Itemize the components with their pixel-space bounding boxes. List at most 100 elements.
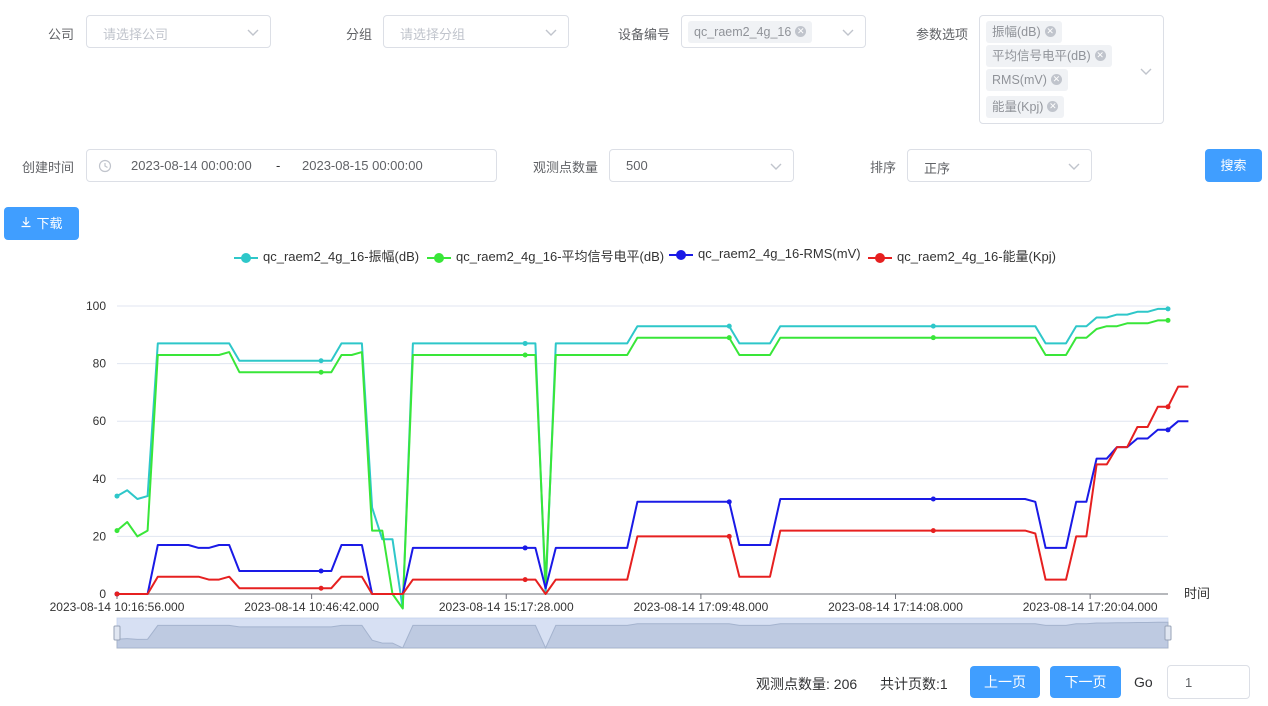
search-button[interactable]: 搜索 — [1205, 149, 1262, 182]
x-axis-label: 时间 — [1184, 586, 1210, 601]
x-tick-label: 2023-08-14 10:16:56.000 — [50, 600, 185, 614]
x-tick-label: 2023-08-14 17:20:04.000 — [1023, 600, 1158, 614]
data-point — [1165, 317, 1171, 323]
count-select[interactable]: 500 — [609, 149, 794, 182]
count-value: 500 — [626, 158, 648, 173]
device-label: 设备编号 — [617, 27, 670, 42]
series-line — [117, 420, 1189, 595]
x-tick-label: 2023-08-14 17:14:08.000 — [828, 600, 963, 614]
page-input-value: 1 — [1185, 675, 1193, 690]
data-point — [522, 352, 528, 358]
y-tick-label: 20 — [93, 529, 107, 543]
legend-item[interactable]: qc_raem2_4g_16-RMS(mV) — [669, 246, 861, 262]
param-tag-label: 平均信号电平(dB) — [992, 49, 1091, 63]
y-tick-label: 0 — [99, 587, 106, 601]
data-point — [726, 323, 732, 329]
legend-label: qc_raem2_4g_16-平均信号电平(dB) — [456, 249, 665, 264]
download-label: 下载 — [36, 216, 63, 231]
data-point — [522, 340, 528, 346]
page-input[interactable]: 1 — [1167, 665, 1250, 699]
param-tag[interactable]: 能量(Kpj) ✕ — [986, 96, 1065, 118]
company-select[interactable]: 请选择公司 — [86, 15, 271, 48]
legend-marker — [868, 251, 892, 265]
chevron-down-icon — [841, 25, 855, 39]
company-label: 公司 — [47, 27, 74, 42]
legend-item[interactable]: qc_raem2_4g_16-能量(Kpj) — [868, 246, 1056, 265]
legend-item[interactable]: qc_raem2_4g_16-平均信号电平(dB) — [427, 246, 664, 265]
data-point — [1165, 427, 1171, 433]
data-point — [522, 545, 528, 551]
params-select[interactable]: 振幅(dB) ✕ 平均信号电平(dB) ✕ RMS(mV) ✕ 能量(Kpj) ✕ — [979, 15, 1164, 124]
data-point — [726, 335, 732, 341]
prev-page-button[interactable]: 上一页 — [970, 666, 1040, 698]
close-icon[interactable]: ✕ — [1094, 50, 1106, 62]
param-tag[interactable]: RMS(mV) ✕ — [986, 69, 1068, 91]
data-point — [930, 496, 936, 502]
data-point — [114, 528, 120, 534]
param-tag-label: RMS(mV) — [992, 73, 1047, 87]
device-select[interactable]: qc_raem2_4g_16 ✕ — [681, 15, 866, 48]
y-tick-label: 80 — [93, 357, 107, 371]
sort-value: 正序 — [924, 161, 951, 176]
legend-label: qc_raem2_4g_16-能量(Kpj) — [897, 249, 1056, 264]
data-point — [114, 591, 120, 597]
start-date-input[interactable]: 2023-08-14 00:00:00 — [131, 158, 252, 173]
page-count: 共计页数:1 — [880, 676, 948, 692]
close-icon[interactable]: ✕ — [795, 26, 807, 38]
zoom-handle-right[interactable] — [1164, 625, 1172, 641]
chevron-down-icon — [1139, 64, 1153, 78]
x-tick-label: 2023-08-14 15:17:28.000 — [439, 600, 574, 614]
close-icon[interactable]: ✕ — [1050, 74, 1062, 86]
close-icon[interactable]: ✕ — [1047, 101, 1059, 113]
zoom-slider-window — [117, 618, 1168, 648]
legend-item[interactable]: qc_raem2_4g_16-振幅(dB) — [234, 246, 419, 265]
chevron-down-icon — [769, 159, 783, 173]
sort-label: 排序 — [869, 160, 896, 175]
param-tag-label: 能量(Kpj) — [992, 100, 1044, 114]
legend-label: qc_raem2_4g_16-振幅(dB) — [263, 249, 420, 264]
data-point — [114, 493, 120, 499]
data-point — [726, 533, 732, 539]
company-placeholder: 请选择公司 — [103, 27, 169, 42]
range-separator: - — [276, 158, 281, 173]
group-label: 分组 — [345, 27, 372, 42]
param-tag[interactable]: 振幅(dB) ✕ — [986, 21, 1062, 43]
chevron-down-icon — [1067, 159, 1081, 173]
sort-select[interactable]: 正序 — [907, 149, 1092, 182]
go-label: Go — [1134, 674, 1153, 690]
download-icon — [20, 207, 32, 240]
data-point — [726, 499, 732, 505]
chevron-down-icon — [246, 25, 260, 39]
data-point — [1165, 306, 1171, 312]
chevron-down-icon — [544, 25, 558, 39]
param-tag-label: 振幅(dB) — [992, 25, 1041, 39]
next-page-button[interactable]: 下一页 — [1050, 666, 1121, 698]
data-point — [318, 369, 324, 375]
line-chart[interactable]: 0 20 40 60 80 100 2023-08-14 10:16:56.000 2023… — [0, 285, 1268, 655]
series-line — [117, 385, 1189, 595]
clock-icon — [98, 159, 112, 173]
x-tick-label: 2023-08-14 17:09:48.000 — [633, 600, 768, 614]
observation-count: 观测点数量: 206 — [756, 676, 858, 692]
end-date-input[interactable]: 2023-08-15 00:00:00 — [302, 158, 423, 173]
group-select[interactable]: 请选择分组 — [383, 15, 569, 48]
data-point — [1165, 404, 1171, 410]
legend-marker — [669, 248, 693, 262]
y-tick-label: 40 — [93, 472, 107, 486]
x-tick-label: 2023-08-14 10:46:42.000 — [244, 600, 379, 614]
device-tag[interactable]: qc_raem2_4g_16 ✕ — [688, 21, 813, 43]
group-placeholder: 请选择分组 — [400, 27, 466, 42]
y-tick-label: 60 — [93, 414, 107, 428]
count-label: 观测点数量 — [532, 160, 598, 175]
params-label: 参数选项 — [915, 27, 968, 42]
param-tag[interactable]: 平均信号电平(dB) ✕ — [986, 45, 1112, 67]
close-icon[interactable]: ✕ — [1044, 26, 1056, 38]
date-range-picker[interactable]: 2023-08-14 00:00:00 - 2023-08-15 00:00:0… — [86, 149, 497, 182]
zoom-handle-left[interactable] — [113, 625, 121, 641]
legend-marker — [234, 251, 258, 265]
y-tick-label: 100 — [86, 299, 106, 313]
data-point — [318, 585, 324, 591]
download-button[interactable]: 下载 — [4, 207, 79, 240]
data-point — [930, 323, 936, 329]
data-point — [318, 358, 324, 364]
